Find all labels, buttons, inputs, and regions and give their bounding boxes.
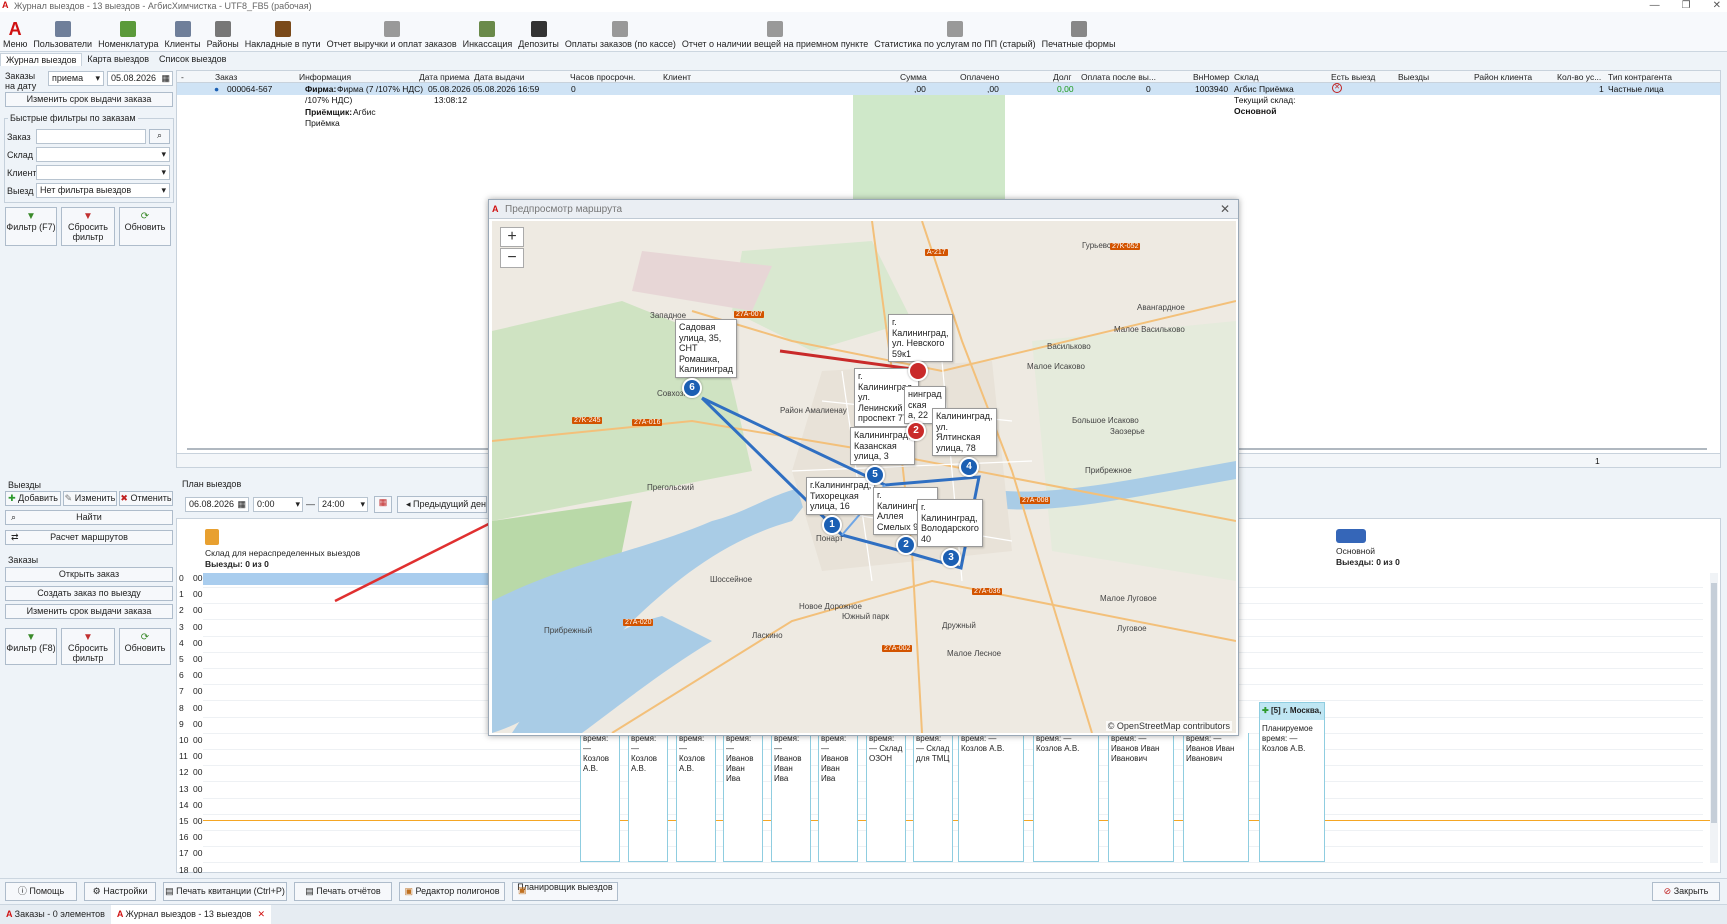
help-button[interactable]: ⓘ Помощь (5, 882, 77, 901)
callout-line: г. (921, 502, 926, 512)
polygon-icon: ▣ (404, 886, 416, 896)
callout-line: нинград (908, 389, 942, 399)
map-place-label: Луговое (1117, 624, 1147, 633)
map-place-label: Малое Лесное (947, 649, 1002, 658)
print-icon: ▤ (305, 886, 317, 896)
map-place-label: Прибрежный (544, 626, 593, 635)
planner-icon: ▣ (518, 885, 527, 895)
settings-button[interactable]: ⚙ Настройки (84, 882, 156, 901)
callout-line: улица, 78 (936, 442, 976, 453)
callout-line: улица, 16 (810, 501, 850, 511)
map-place-label: Прегольский (647, 483, 694, 492)
callout-line: 59к1 (892, 348, 911, 359)
map-place-label: Дружный (942, 621, 976, 630)
callout-line: г.Калининград, (810, 480, 872, 490)
callout-line: г. (892, 317, 897, 327)
route-stop-marker[interactable] (908, 361, 928, 381)
map-attribution: © OpenStreetMap contributors (1105, 721, 1232, 731)
print-reports-button[interactable]: ▤ Печать отчётов (294, 882, 392, 901)
route-map[interactable]: Гурьевск Западное Совхозный Район Амалиенау… (492, 221, 1236, 733)
map-place-label: Ласкино (752, 631, 783, 640)
callout-line: 40 (921, 533, 932, 544)
status-bar: A Заказы - 0 элементов A Журнал выездов … (0, 904, 1727, 924)
map-place-label: Заозерье (1110, 427, 1145, 436)
road-shield: A-217 (925, 249, 948, 256)
road-shield: 27A-002 (882, 645, 913, 652)
status-tab-orders[interactable]: A Заказы - 0 элементов (0, 905, 111, 924)
callout-line: ул. Невского (892, 338, 945, 348)
bottom-toolbar: ⓘ Помощь ⚙ Настройки ▤ Печать квитанции … (0, 878, 1727, 904)
map-place-label: Малое Васильково (1114, 325, 1185, 334)
route-preview-dialog: A Предпросмотр маршрута ✕ Гурьевск Запад… (488, 199, 1239, 736)
callout-line: Тихорецкая (810, 490, 859, 501)
road-shield: 27K-052 (1110, 243, 1141, 250)
address-callout: Калининград, ул. Ялтинская улица, 78 (932, 408, 997, 456)
app-logo-icon: A (116, 909, 126, 919)
map-place-label: Южный парк (842, 612, 890, 621)
road-shield: 27K-245 (572, 417, 603, 424)
callout-line: Ромашка, (679, 353, 720, 364)
dialog-close-icon[interactable]: ✕ (1220, 200, 1230, 219)
map-place-label: Прибрежное (1085, 466, 1132, 475)
dialog-title: Предпросмотр маршрута (505, 204, 623, 215)
info-icon: ⓘ (17, 886, 30, 896)
callout-line: Калининград, (854, 430, 911, 440)
map-place-label: Большое Исаково (1072, 416, 1139, 425)
close-button[interactable]: ⊘ Закрыть (1652, 882, 1720, 901)
road-shield: 27A-008 (1020, 497, 1051, 504)
address-callout: г.Калининград, Тихорецкая улица, 16 (806, 477, 876, 515)
close-tab-icon[interactable]: ✕ (257, 909, 265, 919)
callout-line: Садовая (679, 322, 716, 332)
zoom-in-button[interactable]: + (500, 227, 524, 247)
address-callout: г. Калининград, ул. Невского 59к1 (888, 314, 953, 362)
route-stop-marker[interactable]: 3 (941, 548, 961, 568)
map-place-label: Авангардное (1137, 303, 1185, 312)
callout-line: Калининград, (921, 512, 978, 523)
zoom-out-button[interactable]: − (500, 248, 524, 268)
print-receipt-button[interactable]: ▤ Печать квитанции (Ctrl+P) (163, 882, 287, 901)
callout-line: Калининград, (892, 327, 949, 338)
planner-button[interactable]: ▣ Планировщик выездов (512, 882, 618, 901)
app-logo-icon: A (492, 204, 499, 214)
polygon-editor-button[interactable]: ▣ Редактор полигонов (399, 882, 505, 901)
route-stop-marker[interactable]: 1 (822, 515, 842, 535)
callout-line: Володарского (921, 523, 979, 533)
map-place-label: Малое Луговое (1100, 594, 1157, 603)
callout-line: СНТ (679, 343, 698, 353)
road-shield: 27A-007 (734, 311, 765, 318)
map-place-label: Васильково (1047, 342, 1091, 351)
address-callout: Калининград, Казанская улица, 3 (850, 427, 915, 465)
address-callout: г. Калининград, Володарского 40 (917, 499, 983, 547)
route-stop-marker[interactable]: 2 (896, 535, 916, 555)
settings-icon: ⚙ (92, 886, 104, 896)
route-stop-marker[interactable]: 4 (959, 457, 979, 477)
callout-line: улица, 35, (679, 332, 722, 343)
callout-line: г. (858, 371, 863, 381)
callout-line: Казанская (854, 440, 897, 451)
callout-line: ул. (936, 421, 949, 432)
map-place-label: Малое Исаково (1027, 362, 1085, 371)
print-icon: ▤ (165, 886, 177, 896)
status-tab-journal[interactable]: A Журнал выездов - 13 выездов ✕ (110, 905, 271, 924)
route-stop-marker[interactable]: 2 (906, 421, 926, 441)
app-logo-icon: A (6, 909, 15, 919)
route-stop-marker[interactable]: 6 (682, 378, 702, 398)
road-shield: 27A-016 (632, 419, 663, 426)
callout-line: Калининград (679, 364, 734, 374)
map-place-label: Понарт (816, 534, 844, 543)
map-place-label: Шоссейное (710, 575, 753, 584)
dialog-titlebar: A Предпросмотр маршрута ✕ (489, 200, 1238, 219)
callout-line: улица, 3 (854, 451, 889, 461)
map-place-label: Район Амалиенау (780, 406, 847, 415)
address-callout: Садовая улица, 35, СНТ Ромашка, Калининград (675, 319, 738, 378)
map-place-label: Новое Дорожное (799, 602, 862, 611)
road-shield: 27A-020 (623, 619, 654, 626)
road-shield: 27A-036 (972, 588, 1003, 595)
callout-line: Ялтинская (936, 432, 981, 442)
callout-line: Калининград, (936, 411, 993, 421)
route-stop-marker[interactable]: 5 (865, 465, 885, 485)
forbid-icon: ⊘ (1663, 886, 1674, 896)
